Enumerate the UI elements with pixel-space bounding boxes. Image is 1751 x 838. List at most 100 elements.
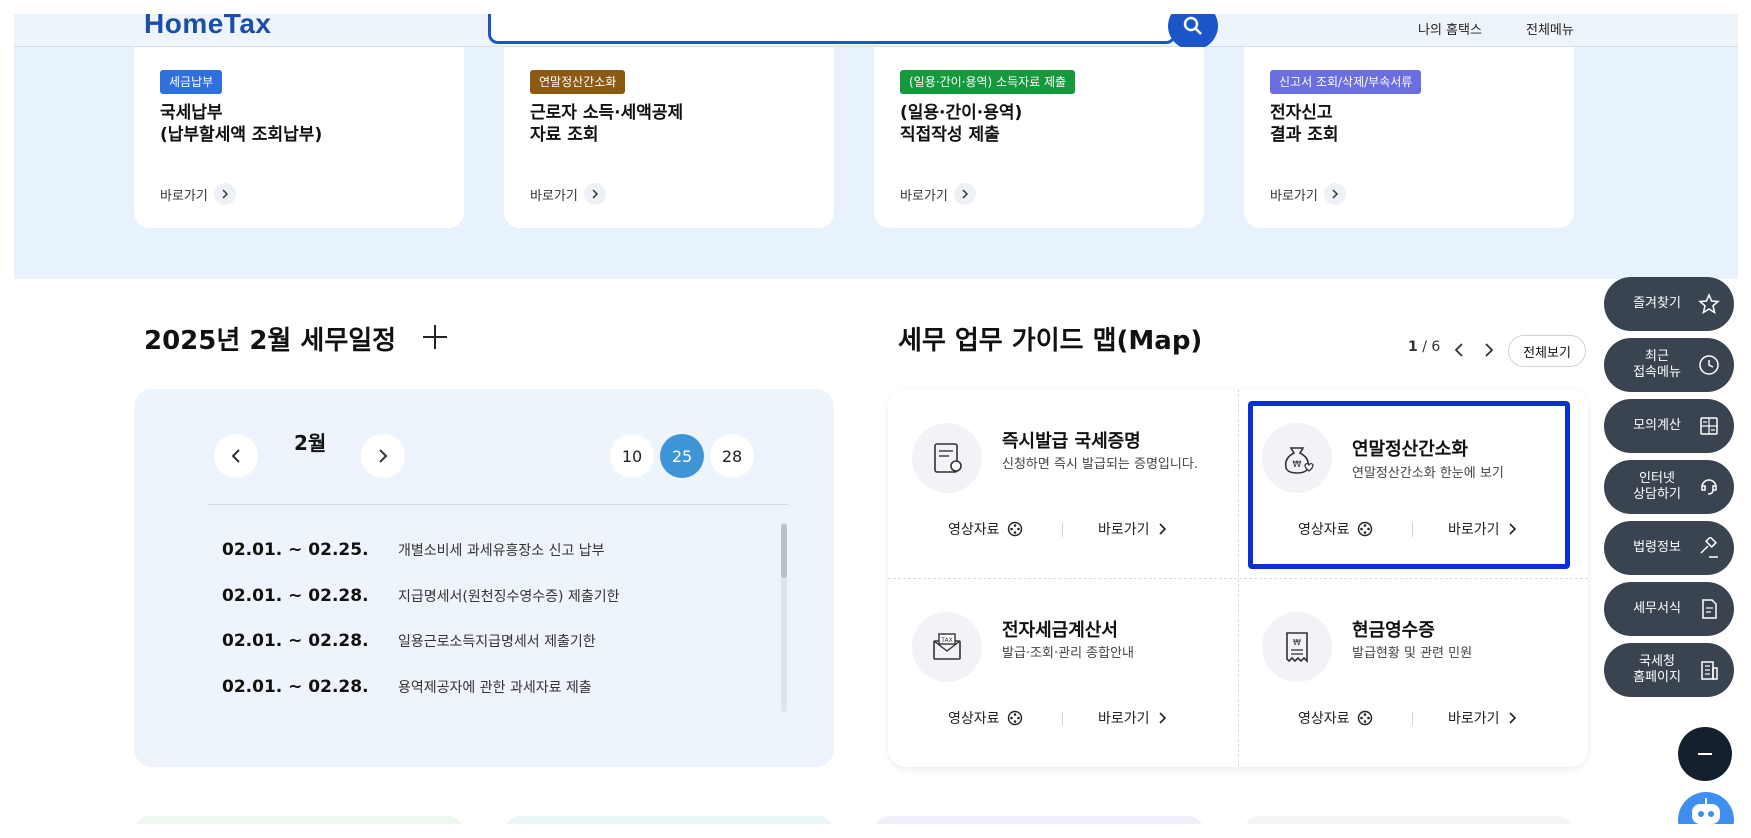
quick-card-e-filing[interactable]: 신고서 조회/삭제/부속서류 전자신고 결과 조회 바로가기 — [1244, 47, 1574, 228]
go-label: 바로가기 — [1098, 711, 1150, 727]
my-hometax-link[interactable]: 나의 홈택스 — [1418, 19, 1482, 38]
chevron-right-icon — [1158, 712, 1166, 724]
bottom-card — [874, 816, 1204, 824]
quick-card-income-submit[interactable]: (일용·간이·용역) 소득자료 제출 (일용·간이·용역) 직접작성 제출 바로… — [874, 47, 1204, 228]
quick-menu-label: 모의계산 — [1633, 418, 1681, 433]
card-title: 국세납부 (납부할세액 조회납부) — [160, 103, 323, 145]
chevron-right-icon — [379, 449, 388, 463]
go-label: 바로가기 — [1448, 711, 1500, 727]
quick-card-year-end[interactable]: 연말정산간소화 근로자 소득·세액공제 자료 조회 바로가기 — [504, 47, 834, 228]
chatbot-button[interactable] — [1678, 792, 1734, 824]
video-link[interactable]: 영상자료 — [1298, 708, 1373, 728]
film-reel-icon — [1357, 710, 1372, 726]
go-label: 바로가기 — [1098, 522, 1150, 538]
card-go-link[interactable]: 바로가기 — [160, 183, 236, 205]
minus-icon — [1698, 753, 1712, 755]
card-title: 전자신고 결과 조회 — [1270, 103, 1339, 145]
video-label: 영상자료 — [1298, 711, 1350, 727]
quick-menu-label: 국세청 홈페이지 — [1633, 654, 1681, 685]
schedule-scrollbar-thumb[interactable] — [781, 524, 787, 578]
card-go-label: 바로가기 — [160, 188, 208, 204]
quick-menu-label: 인터넷 상담하기 — [1633, 471, 1681, 502]
guide-item-title: 즉시발급 국세증명 — [1002, 431, 1141, 452]
guide-item-title: 전자세금계산서 — [1002, 620, 1118, 641]
chatbot-icon — [1692, 798, 1720, 824]
card-go-label: 바로가기 — [900, 188, 948, 204]
schedule-item[interactable]: 02.01. ~ 02.28. 지급명세서(원천징수영수증) 제출기한 — [222, 586, 619, 606]
plus-icon[interactable] — [422, 324, 448, 354]
schedule-date: 02.01. ~ 02.28. — [222, 631, 369, 651]
video-label: 영상자료 — [948, 522, 1000, 538]
video-link[interactable]: 영상자료 — [948, 519, 1023, 539]
building-icon — [1701, 661, 1718, 680]
schedule-date: 02.01. ~ 02.28. — [222, 677, 369, 697]
search-input[interactable] — [488, 14, 1176, 44]
full-menu-link[interactable]: 전체메뉴 — [1526, 19, 1574, 38]
guide-item-e-tax-invoice[interactable]: TAX 전자세금계산서 발급·조회·관리 종합안내 영상자료 바로가기 — [888, 578, 1238, 767]
schedule-item[interactable]: 02.01. ~ 02.28. 용역제공자에 관한 과세자료 제출 — [222, 677, 592, 697]
clock-icon — [1699, 355, 1719, 375]
quick-menu-consult[interactable]: 인터넷 상담하기 — [1604, 460, 1734, 514]
go-link[interactable]: 바로가기 — [1098, 519, 1167, 539]
collapse-menu-button[interactable] — [1678, 727, 1732, 781]
page: HomeTax 나의 홈택스 전체메뉴 세금납부 국세납부 (납부할세액 조회납… — [14, 14, 1738, 824]
guide-item-subtitle: 신청하면 즉시 발급되는 증명입니다. — [1002, 457, 1198, 472]
day-button[interactable]: 10 — [610, 434, 654, 478]
day-button[interactable]: 28 — [710, 434, 754, 478]
quick-menu-calculator[interactable]: 모의계산 — [1604, 399, 1734, 453]
card-tag: 세금납부 — [160, 70, 223, 94]
chat-icon — [1701, 479, 1717, 495]
card-title: 근로자 소득·세액공제 자료 조회 — [530, 103, 684, 145]
quick-menu-nts-home[interactable]: 국세청 홈페이지 — [1604, 643, 1734, 697]
quick-menu-label: 세무서식 — [1633, 601, 1681, 616]
chevron-left-icon[interactable] — [1454, 342, 1464, 362]
card-go-link[interactable]: 바로가기 — [1270, 183, 1346, 205]
guide-item-subtitle: 발급현황 및 관련 민원 — [1352, 646, 1473, 661]
chevron-right-icon — [583, 183, 606, 205]
card-tag: 신고서 조회/삭제/부속서류 — [1270, 70, 1422, 94]
schedule-divider — [208, 504, 788, 505]
guide-item-certificate[interactable]: 즉시발급 국세증명 신청하면 즉시 발급되는 증명입니다. 영상자료 바로가기 — [888, 389, 1238, 578]
schedule-item[interactable]: 02.01. ~ 02.25. 개별소비세 과세유흥장소 신고 납부 — [222, 540, 605, 560]
next-month-button[interactable] — [361, 434, 405, 478]
schedule-desc: 지급명세서(원천징수영수증) 제출기한 — [398, 589, 620, 605]
day-button-active[interactable]: 25 — [660, 434, 704, 478]
go-link[interactable]: 바로가기 — [1448, 708, 1517, 728]
card-title: (일용·간이·용역) 직접작성 제출 — [900, 103, 1023, 145]
video-label: 영상자료 — [948, 711, 1000, 727]
card-tag: (일용·간이·용역) 소득자료 제출 — [900, 70, 1076, 94]
footer-separator — [1062, 712, 1063, 726]
chevron-right-icon[interactable] — [1484, 342, 1494, 362]
bottom-card — [1244, 816, 1574, 824]
guide-item-cash-receipt[interactable]: ₩ 현금영수증 발급현황 및 관련 민원 영상자료 바로가기 — [1238, 578, 1588, 767]
schedule-desc: 용역제공자에 관한 과세자료 제출 — [398, 680, 592, 696]
prev-month-button[interactable] — [214, 434, 258, 478]
quick-menu-favorites[interactable]: 즐겨찾기 — [1604, 277, 1734, 331]
quick-menu-label: 법령정보 — [1633, 540, 1681, 555]
card-go-link[interactable]: 바로가기 — [900, 183, 976, 205]
schedule-desc: 일용근로소득지급명세서 제출기한 — [398, 634, 596, 650]
guide-title: 세무 업무 가이드 맵(Map) — [898, 326, 1203, 356]
view-all-button[interactable]: 전체보기 — [1508, 335, 1586, 367]
quick-menu-law[interactable]: 법령정보 — [1604, 521, 1734, 575]
hometax-logo[interactable]: HomeTax — [144, 14, 271, 40]
search-button[interactable] — [1168, 14, 1218, 50]
go-link[interactable]: 바로가기 — [1098, 708, 1167, 728]
quick-menu-label: 최근 접속메뉴 — [1633, 349, 1681, 380]
video-link[interactable]: 영상자료 — [948, 708, 1023, 728]
current-month: 2월 — [294, 431, 327, 455]
guide-item-subtitle: 발급·조회·관리 종합안내 — [1002, 646, 1134, 661]
search-icon — [1183, 16, 1202, 35]
chevron-right-icon — [1158, 523, 1166, 535]
bottom-card — [504, 816, 834, 824]
chevron-right-icon — [213, 183, 236, 205]
quick-card-tax-payment[interactable]: 세금납부 국세납부 (납부할세액 조회납부) 바로가기 — [134, 47, 464, 228]
page-current: 1 — [1408, 339, 1418, 355]
quick-menu-forms[interactable]: 세무서식 — [1604, 582, 1734, 636]
quick-menu-recent[interactable]: 최근 접속메뉴 — [1604, 338, 1734, 392]
chevron-right-icon — [1323, 183, 1346, 205]
schedule-title: 2025년 2월 세무일정 — [144, 326, 397, 356]
schedule-item[interactable]: 02.01. ~ 02.28. 일용근로소득지급명세서 제출기한 — [222, 631, 596, 651]
card-go-link[interactable]: 바로가기 — [530, 183, 606, 205]
pager: 1 / 6 — [1408, 339, 1440, 355]
